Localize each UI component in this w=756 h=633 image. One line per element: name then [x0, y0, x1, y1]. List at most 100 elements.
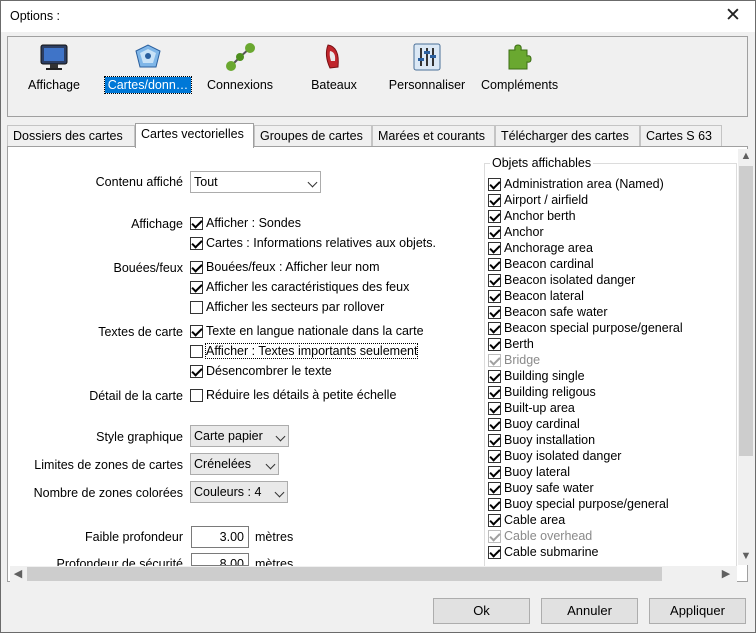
checkbox-box [488, 529, 501, 543]
tab-dossiers[interactable]: Dossiers des cartes [7, 125, 135, 147]
vertical-scrollbar[interactable]: ▲ ▼ [738, 149, 754, 565]
list-item[interactable]: Cable submarine [488, 544, 599, 560]
list-item-label: Airport / airfield [504, 193, 589, 207]
list-item-label: Beacon isolated danger [504, 273, 636, 287]
list-item[interactable]: Buoy isolated danger [488, 448, 621, 464]
toolbar-item-connexions[interactable]: Connexions [204, 41, 276, 101]
limites-select[interactable]: Crénelées [190, 453, 279, 475]
list-item[interactable]: Anchor berth [488, 208, 576, 224]
list-item[interactable]: Airport / airfield [488, 192, 588, 208]
list-item-label: Anchor [504, 225, 544, 239]
checkbox-feux[interactable]: Afficher les caractéristiques des feux [190, 280, 409, 294]
list-item-label: Buoy special purpose/general [504, 497, 669, 511]
list-item[interactable]: Beacon lateral [488, 288, 584, 304]
vector-charts-panel: Contenu affiché Tout Affichage Afficher … [7, 146, 754, 582]
zones-select[interactable]: Couleurs : 4 [190, 481, 288, 503]
scroll-left-icon[interactable]: ◀ [10, 567, 26, 580]
monitor-icon [40, 44, 68, 70]
list-item-label: Built-up area [504, 401, 575, 415]
checkbox-desencombrer[interactable]: Désencombrer le texte [190, 364, 332, 378]
checkbox-label: Afficher : Textes importants seulement [204, 343, 419, 359]
contenu-select[interactable]: Tout [190, 171, 321, 193]
list-item[interactable]: Building single [488, 368, 585, 384]
checkbox-box [488, 289, 501, 303]
close-icon[interactable]: ✕ [721, 4, 745, 28]
list-item[interactable]: Beacon cardinal [488, 256, 594, 272]
ok-button[interactable]: Ok [433, 598, 530, 624]
apply-button[interactable]: Appliquer [649, 598, 746, 624]
checkbox-secteurs[interactable]: Afficher les secteurs par rollover [190, 300, 384, 314]
checkbox-box [488, 449, 501, 463]
tab-telecharger[interactable]: Télécharger des cartes [495, 125, 640, 147]
checkbox-box [190, 364, 203, 378]
list-item-label: Buoy cardinal [504, 417, 580, 431]
checkbox-sondes[interactable]: Afficher : Sondes [190, 216, 301, 230]
list-item[interactable]: Administration area (Named) [488, 176, 664, 192]
title-bar: Options : ✕ [1, 1, 755, 32]
toolbar-label: Bateaux [311, 78, 357, 92]
list-item[interactable]: Anchorage area [488, 240, 593, 256]
toolbar-label: Cartes/donn… [103, 76, 193, 94]
toolbar-label: Personnaliser [388, 78, 466, 92]
list-item[interactable]: Beacon special purpose/general [488, 320, 683, 336]
bouees-label: Bouées/feux [113, 261, 184, 275]
list-item[interactable]: Buoy cardinal [488, 416, 580, 432]
securite-profondeur-input[interactable]: 8.00 [191, 553, 249, 566]
checkbox-box [190, 324, 203, 338]
horizontal-scrollbar[interactable]: ◀ ▶ [10, 566, 737, 582]
list-item[interactable]: Berth [488, 336, 534, 352]
scroll-up-icon[interactable]: ▲ [738, 150, 754, 162]
toolbar-label: Compléments [481, 78, 559, 92]
checkbox-box [488, 241, 501, 255]
list-item[interactable]: Buoy safe water [488, 480, 594, 496]
tab-marees[interactable]: Marées et courants [372, 125, 495, 147]
list-item[interactable]: Buoy special purpose/general [488, 496, 669, 512]
list-item[interactable]: Built-up area [488, 400, 575, 416]
tab-cartes-vectorielles[interactable]: Cartes vectorielles [135, 123, 254, 148]
toolbar-item-complements[interactable]: Compléments [478, 41, 560, 101]
checkbox-box [488, 481, 501, 495]
checkbox-box [488, 497, 501, 511]
checkbox-langue-nationale[interactable]: Texte en langue nationale dans la carte [190, 324, 424, 338]
list-item-label: Administration area (Named) [504, 177, 664, 191]
list-item-label: Building religous [504, 385, 596, 399]
toolbar-item-cartes[interactable]: Cartes/donn… [102, 41, 194, 101]
checkbox-infos-objets[interactable]: Cartes : Informations relatives aux obje… [190, 236, 436, 250]
checkbox-reduire-details[interactable]: Réduire les détails à petite échelle [190, 388, 396, 402]
faible-label: Faible profondeur [85, 530, 183, 544]
scroll-thumb[interactable] [739, 166, 753, 456]
list-item[interactable]: Building religous [488, 384, 596, 400]
scroll-down-icon[interactable]: ▼ [738, 550, 754, 562]
list-item[interactable]: Anchor [488, 224, 544, 240]
cancel-button[interactable]: Annuler [541, 598, 638, 624]
list-item-label: Buoy safe water [504, 481, 594, 495]
checkbox-box [488, 417, 501, 431]
toolbar-item-personnaliser[interactable]: Personnaliser [384, 41, 470, 101]
style-select[interactable]: Carte papier [190, 425, 289, 447]
scroll-right-icon[interactable]: ▶ [718, 567, 734, 580]
scroll-thumb[interactable] [27, 567, 662, 581]
list-item[interactable]: Buoy installation [488, 432, 595, 448]
style-value: Carte papier [194, 429, 263, 443]
list-item-label: Beacon special purpose/general [504, 321, 683, 335]
chevron-down-icon [274, 487, 285, 498]
zones-label: Nombre de zones colorées [33, 486, 183, 500]
toolbar-item-bateaux[interactable]: Bateaux [300, 41, 368, 101]
checkbox-box [488, 193, 501, 207]
tab-s63[interactable]: Cartes S 63 [640, 125, 722, 147]
checkbox-box [190, 300, 203, 314]
faible-profondeur-input[interactable]: 3.00 [191, 526, 249, 548]
checkbox-bouees-nom[interactable]: Bouées/feux : Afficher leur nom [190, 260, 379, 274]
list-item[interactable]: Cable area [488, 512, 565, 528]
list-item[interactable]: Bridge [488, 352, 540, 368]
tab-groupes[interactable]: Groupes de cartes [254, 125, 372, 147]
toolbar-item-affichage[interactable]: Affichage [20, 41, 88, 101]
checkbox-box [488, 433, 501, 447]
checkbox-label: Bouées/feux : Afficher leur nom [206, 260, 380, 274]
list-item[interactable]: Beacon isolated danger [488, 272, 635, 288]
list-item[interactable]: Beacon safe water [488, 304, 608, 320]
boat-icon [325, 44, 339, 69]
list-item[interactable]: Cable overhead [488, 528, 592, 544]
checkbox-textes-importants[interactable]: Afficher : Textes importants seulement [190, 343, 419, 359]
list-item[interactable]: Buoy lateral [488, 464, 570, 480]
